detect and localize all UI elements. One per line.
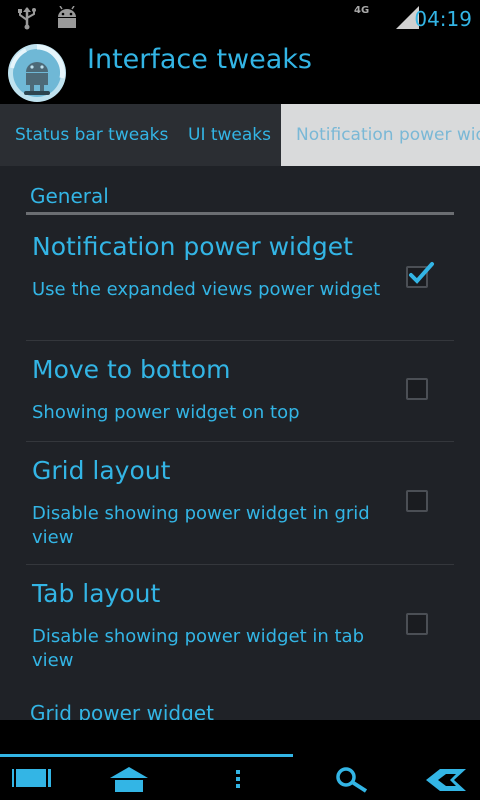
navigation-bar — [0, 720, 480, 800]
section-divider — [26, 212, 454, 215]
pref-summary: Showing power widget on top — [32, 402, 300, 423]
page-title: Interface tweaks — [87, 44, 312, 75]
checkbox-tab-layout[interactable] — [406, 613, 428, 635]
status-bar: 4G 04:19 — [0, 0, 480, 38]
pref-move-to-bottom[interactable]: Move to bottom Showing power widget on t… — [0, 341, 480, 441]
checkbox-move-to-bottom[interactable] — [406, 378, 428, 400]
pref-title: Tab layout — [32, 579, 161, 608]
pref-grid-layout[interactable]: Grid layout Disable showing power widget… — [0, 442, 480, 564]
tab-label: Notification power widget — [296, 125, 480, 145]
section-header-general: General — [30, 184, 109, 208]
tab-notification-power-widget[interactable]: Notification power widget — [281, 104, 480, 166]
checkbox-notification-power-widget[interactable] — [406, 262, 434, 288]
android-debug-icon — [54, 5, 80, 36]
checkmark-icon — [409, 262, 434, 284]
back-icon[interactable] — [422, 764, 472, 796]
pref-summary: Disable showing power widget in grid vie… — [32, 503, 370, 548]
section-header-grid-power-widget: Grid power widget — [30, 701, 214, 720]
search-icon[interactable] — [330, 764, 380, 796]
pref-title: Grid layout — [32, 456, 171, 485]
tab-ui-tweaks[interactable]: UI tweaks — [188, 104, 271, 166]
cyanogenmod-logo-icon[interactable] — [6, 42, 68, 104]
preferences-list[interactable]: General Notification power widget Use th… — [0, 166, 480, 720]
scroll-indicator — [0, 754, 293, 757]
pref-tab-layout[interactable]: Tab layout Disable showing power widget … — [0, 565, 480, 687]
action-bar: Interface tweaks — [0, 38, 480, 104]
usb-icon — [16, 6, 38, 34]
pref-summary: Disable showing power widget in tab view — [32, 626, 364, 671]
pref-summary: Use the expanded views power widget — [32, 279, 381, 300]
tab-bar: Status bar tweaks UI tweaks Notification… — [0, 104, 480, 166]
network-type-label: 4G — [354, 5, 370, 16]
pref-title: Notification power widget — [32, 232, 353, 261]
tab-status-bar-tweaks[interactable]: Status bar tweaks — [15, 104, 168, 166]
pref-notification-power-widget[interactable]: Notification power widget Use the expand… — [0, 218, 480, 340]
status-time: 04:19 — [414, 7, 472, 31]
recent-apps-icon[interactable] — [10, 764, 60, 796]
pref-title: Move to bottom — [32, 355, 231, 384]
menu-icon[interactable] — [226, 764, 276, 796]
checkbox-grid-layout[interactable] — [406, 490, 428, 512]
home-icon[interactable] — [106, 764, 156, 796]
